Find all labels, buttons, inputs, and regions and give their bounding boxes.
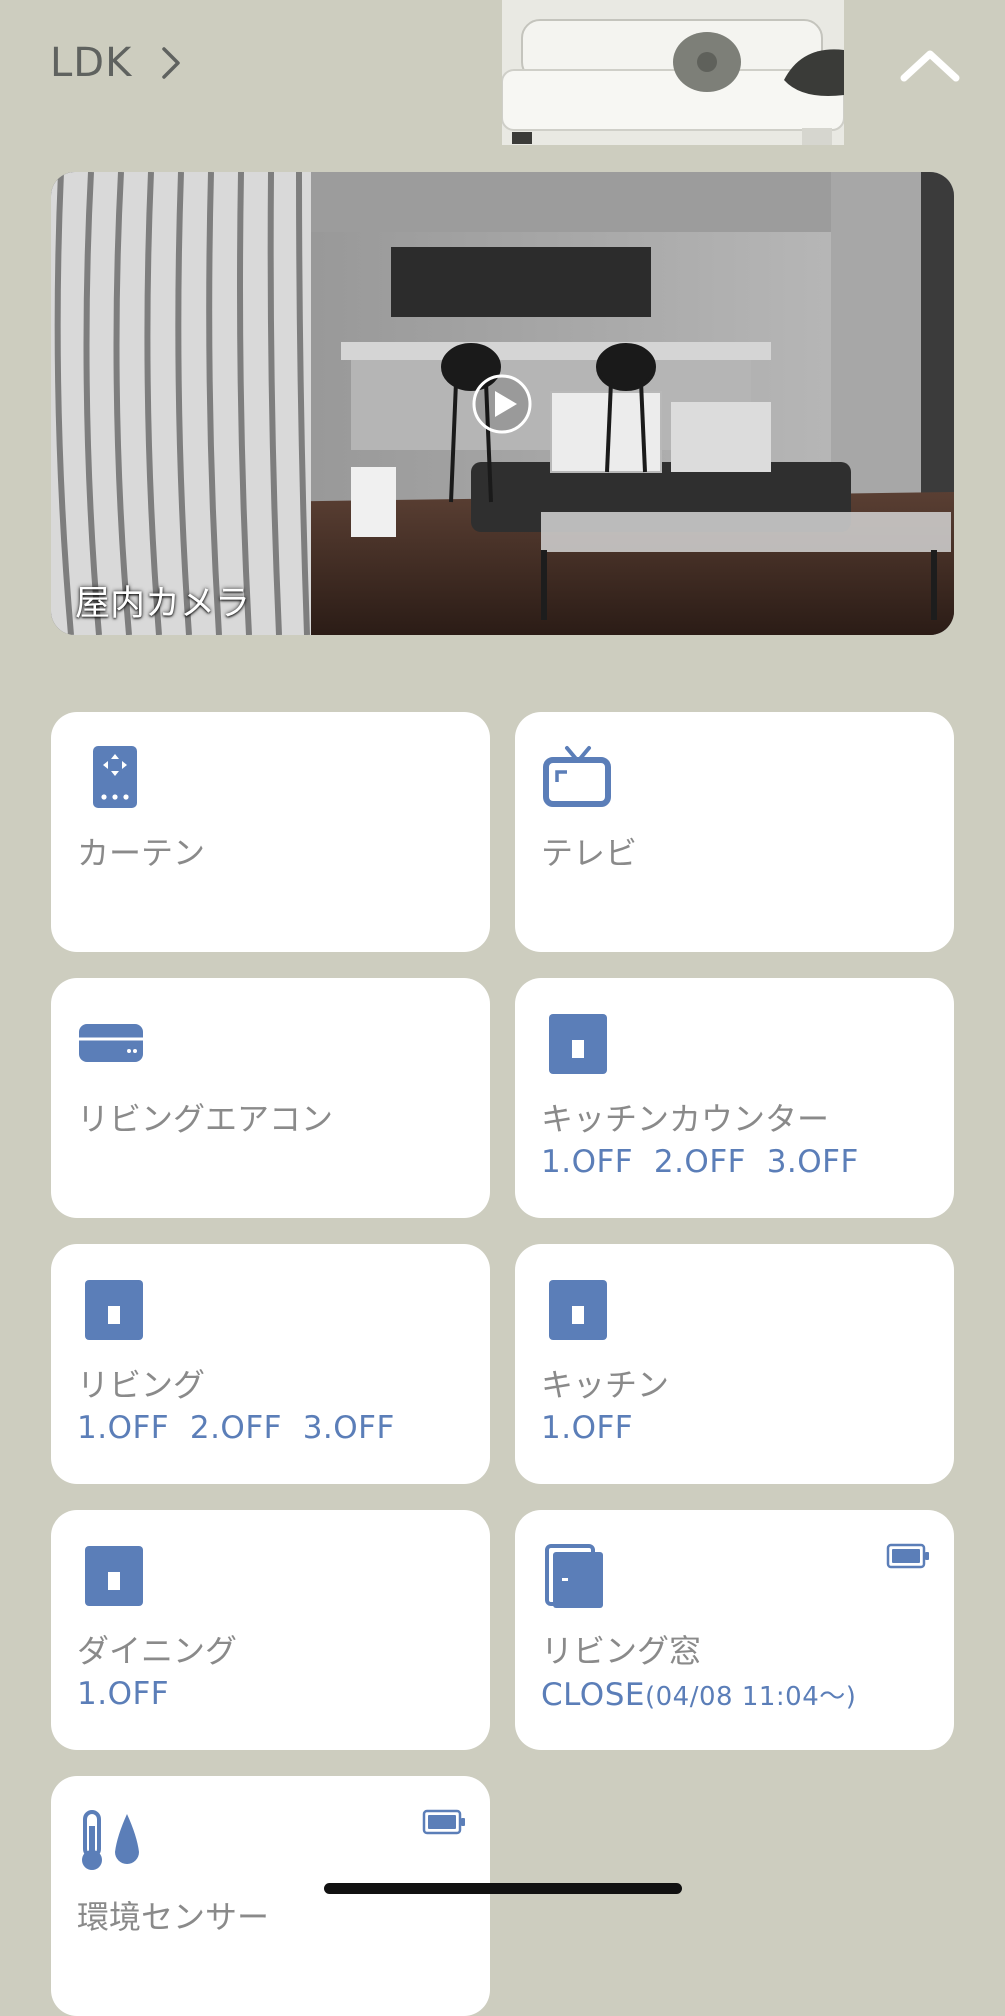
device-card-kitchen-counter[interactable]: キッチンカウンター 1.OFF 2.OFF 3.OFF <box>515 978 954 1218</box>
play-icon[interactable] <box>472 374 532 434</box>
battery-icon <box>886 1543 929 1569</box>
room-thumbnail <box>502 0 844 145</box>
chevron-up-icon[interactable] <box>898 42 962 92</box>
window-state-since: (04/08 11:04〜) <box>644 1682 857 1712</box>
device-title: リビング窓 <box>541 1632 702 1670</box>
window-sensor-icon <box>545 1544 603 1608</box>
room-selector[interactable]: LDK <box>50 40 188 86</box>
tv-icon <box>543 746 611 807</box>
wall-switch-icon <box>549 1014 607 1074</box>
device-card-living[interactable]: リビング 1.OFF 2.OFF 3.OFF <box>51 1244 490 1484</box>
room-name: LDK <box>50 40 133 86</box>
device-status: 1.OFF <box>541 1410 634 1446</box>
home-indicator <box>324 1883 682 1894</box>
camera-label: 屋内カメラ <box>75 584 251 624</box>
header: LDK <box>0 0 1005 150</box>
device-title: リビングエアコン <box>77 1100 334 1138</box>
device-card-curtain[interactable]: カーテン <box>51 712 490 952</box>
device-title: キッチンカウンター <box>541 1100 830 1138</box>
device-title: テレビ <box>541 834 638 872</box>
remote-control-icon <box>93 746 137 808</box>
device-card-environment-sensor[interactable]: 環境センサー <box>51 1776 490 2016</box>
chevron-right-icon <box>162 47 181 79</box>
air-conditioner-icon <box>79 1024 143 1062</box>
device-card-dining[interactable]: ダイニング 1.OFF <box>51 1510 490 1750</box>
thermometer-drop-icon <box>82 1810 139 1870</box>
device-card-air-conditioner[interactable]: リビングエアコン <box>51 978 490 1218</box>
device-status: 1.OFF 2.OFF 3.OFF <box>541 1144 859 1180</box>
wall-switch-icon <box>85 1280 143 1340</box>
wall-switch-icon <box>549 1280 607 1340</box>
device-status: 1.OFF <box>77 1676 170 1712</box>
device-title: キッチン <box>541 1366 670 1404</box>
device-title: リビング <box>77 1366 206 1404</box>
window-state: CLOSE <box>541 1677 645 1713</box>
device-status: CLOSE(04/08 11:04〜) <box>541 1676 856 1713</box>
device-title: カーテン <box>77 834 206 872</box>
device-card-tv[interactable]: テレビ <box>515 712 954 952</box>
device-title: ダイニング <box>77 1632 238 1670</box>
device-card-kitchen[interactable]: キッチン 1.OFF <box>515 1244 954 1484</box>
device-card-living-window[interactable]: リビング窓 CLOSE(04/08 11:04〜) <box>515 1510 954 1750</box>
wall-switch-icon <box>85 1546 143 1606</box>
indoor-camera-preview[interactable]: 屋内カメラ <box>51 172 954 635</box>
device-status: 1.OFF 2.OFF 3.OFF <box>77 1410 395 1446</box>
device-title: 環境センサー <box>77 1898 270 1936</box>
battery-icon <box>422 1809 465 1835</box>
